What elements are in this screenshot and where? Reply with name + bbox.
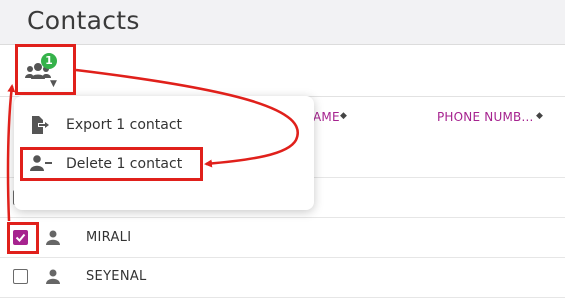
row-checkbox[interactable] xyxy=(13,269,28,284)
contact-name: MIRALI xyxy=(86,230,132,245)
chevron-down-icon: ▼ xyxy=(50,79,57,89)
contact-name: SEYENAL xyxy=(86,269,147,284)
delete-contacts-menu-item[interactable]: Delete 1 contact xyxy=(14,146,314,182)
bulk-actions-button[interactable]: ▼ 1 xyxy=(17,52,73,94)
page-title: Contacts xyxy=(27,6,140,35)
sort-icon[interactable]: ◆ xyxy=(536,111,543,121)
column-header-name[interactable]: AME xyxy=(313,110,340,124)
row-checkbox-checked[interactable] xyxy=(13,230,28,245)
sort-icon[interactable]: ◆ xyxy=(340,111,347,121)
checkmark-icon xyxy=(15,233,26,242)
toolbar xyxy=(0,45,565,96)
table-row[interactable]: MIRALI xyxy=(0,218,565,258)
selected-count-badge: 1 xyxy=(41,53,57,69)
bulk-actions-menu: Export 1 contact Delete 1 contact xyxy=(14,96,314,210)
remove-user-icon xyxy=(30,155,52,171)
export-file-icon xyxy=(32,116,49,134)
user-icon xyxy=(46,230,60,245)
menu-item-label: Delete 1 contact xyxy=(66,156,183,172)
export-contacts-menu-item[interactable]: Export 1 contact xyxy=(14,107,314,143)
user-icon xyxy=(46,269,60,284)
menu-item-label: Export 1 contact xyxy=(66,117,183,133)
column-header-phone[interactable]: PHONE NUMB… xyxy=(437,110,534,124)
table-row[interactable]: SEYENAL xyxy=(0,258,565,298)
